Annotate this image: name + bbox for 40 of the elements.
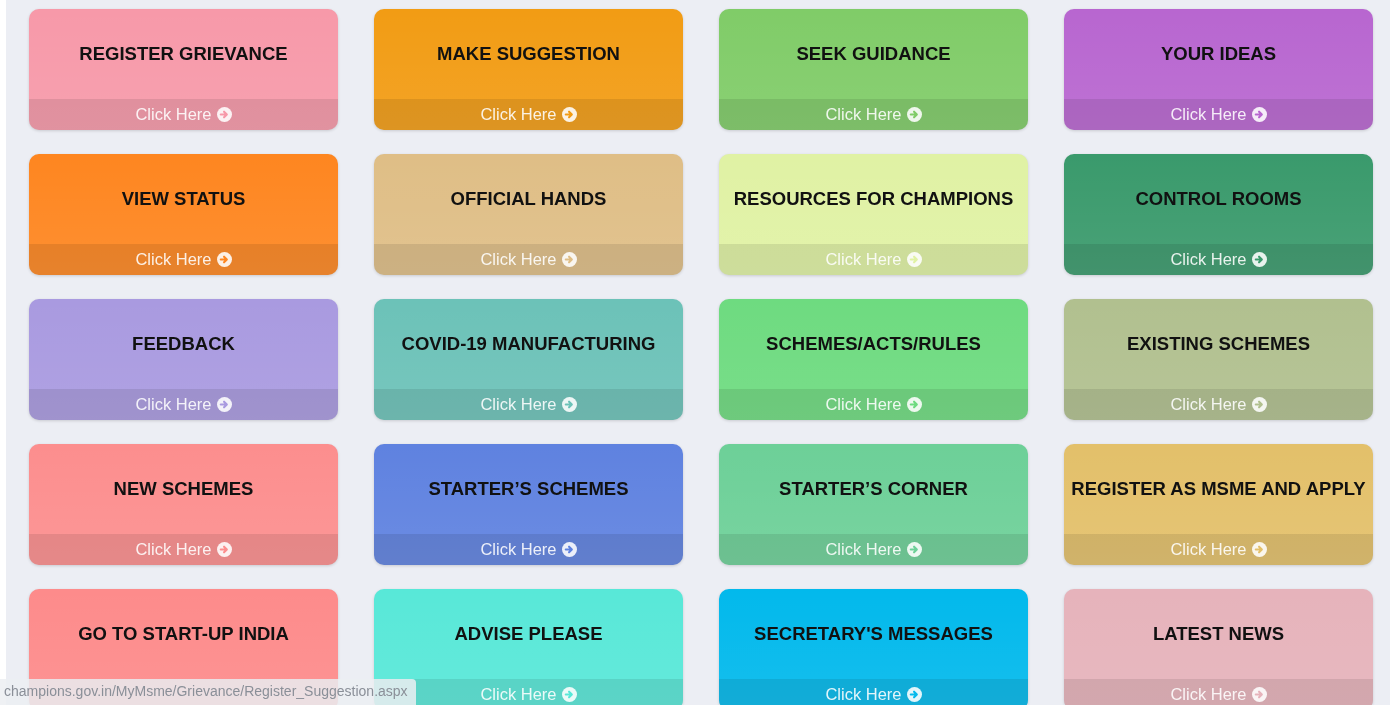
tile-title: SECRETARY'S MESSAGES <box>754 622 993 647</box>
arrow-circle-icon <box>1251 542 1267 557</box>
arrow-circle-icon <box>906 542 922 557</box>
tile-title: GO TO START-UP INDIA <box>78 622 289 647</box>
tile-title: CONTROL ROOMS <box>1135 187 1302 212</box>
tile-title: YOUR IDEAS <box>1160 42 1277 67</box>
arrow-circle-icon <box>216 397 232 412</box>
arrow-circle-icon <box>561 397 577 412</box>
tile-title: RESOURCES FOR CHAMPIONS <box>733 187 1014 212</box>
tile-title: STARTER’S SCHEMES <box>428 477 629 502</box>
tile-title: REGISTER AS MSME AND APPLY <box>1071 477 1366 502</box>
arrow-circle-icon <box>561 542 577 557</box>
arrow-circle-icon <box>1251 252 1267 267</box>
arrow-circle-icon <box>906 107 922 122</box>
tile-title: MAKE SUGGESTION <box>437 42 620 67</box>
arrow-circle-icon <box>216 107 232 122</box>
arrow-circle-icon <box>216 542 232 557</box>
link-url-tooltip: champions.gov.in/MyMsme/Grievance/Register_Suggestion.aspx <box>0 679 416 705</box>
tile-title: EXISTING SCHEMES <box>1127 332 1310 357</box>
arrow-circle-icon <box>906 687 922 702</box>
tile-title: STARTER’S CORNER <box>779 477 968 502</box>
arrow-circle-icon <box>561 687 577 702</box>
arrow-circle-icon <box>906 397 922 412</box>
tile-title: NEW SCHEMES <box>113 477 254 502</box>
tile-title: OFFICIAL HANDS <box>450 187 607 212</box>
tile-title: SCHEMES/ACTS/RULES <box>766 332 981 357</box>
tile-title: VIEW STATUS <box>121 187 246 212</box>
arrow-circle-icon <box>1251 397 1267 412</box>
tile-title: COVID-19 MANUFACTURING <box>401 332 656 357</box>
tile-title: ADVISE PLEASE <box>454 622 603 647</box>
tile-title: SEEK GUIDANCE <box>796 42 951 67</box>
arrow-circle-icon <box>561 107 577 122</box>
arrow-circle-icon <box>216 252 232 267</box>
arrow-circle-icon <box>906 252 922 267</box>
arrow-circle-icon <box>561 252 577 267</box>
tile-title: FEEDBACK <box>132 332 235 357</box>
arrow-circle-icon <box>1251 107 1267 122</box>
tile-title: LATEST NEWS <box>1152 622 1285 647</box>
arrow-circle-icon <box>1251 687 1267 702</box>
tile-title: REGISTER GRIEVANCE <box>79 42 288 67</box>
